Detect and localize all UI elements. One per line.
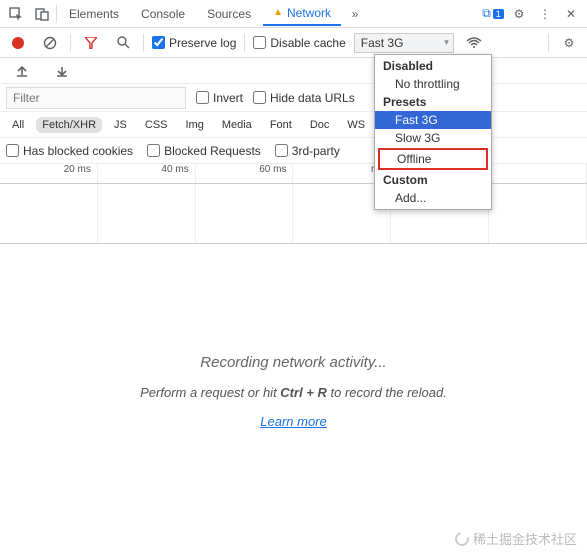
issues-icon[interactable]: ⧉1: [481, 2, 505, 26]
disable-cache-checkbox[interactable]: Disable cache: [253, 36, 345, 50]
has-blocked-cookies-label: Has blocked cookies: [23, 144, 133, 158]
resource-type-row: All Fetch/XHR JS CSS Img Media Font Doc …: [0, 112, 587, 138]
dd-fast-3g[interactable]: Fast 3G: [375, 111, 491, 129]
separator: [70, 34, 71, 52]
type-fetch-xhr[interactable]: Fetch/XHR: [36, 117, 102, 133]
throttling-select[interactable]: Fast 3G: [354, 33, 454, 53]
tab-network-label: Network: [287, 6, 331, 20]
dd-offline[interactable]: Offline: [378, 148, 488, 170]
time-tick: 40 ms: [98, 164, 196, 183]
dd-add[interactable]: Add...: [375, 189, 491, 207]
kebab-menu-icon[interactable]: ⋮: [533, 2, 557, 26]
type-media[interactable]: Media: [216, 117, 258, 133]
tab-sources[interactable]: Sources: [197, 3, 261, 25]
type-font[interactable]: Font: [264, 117, 298, 133]
tab-elements[interactable]: Elements: [59, 3, 129, 25]
empty-state: Recording network activity... Perform a …: [0, 244, 587, 429]
filter-row: Invert Hide data URLs: [0, 84, 587, 112]
type-ws[interactable]: WS: [341, 117, 371, 133]
download-icon[interactable]: [50, 59, 74, 83]
settings-icon[interactable]: ⚙: [507, 2, 531, 26]
has-blocked-cookies-checkbox[interactable]: Has blocked cookies: [6, 144, 133, 158]
dd-header-presets: Presets: [375, 93, 491, 111]
third-party-label: 3rd-party: [292, 144, 340, 158]
dd-slow-3g[interactable]: Slow 3G: [375, 129, 491, 147]
type-img[interactable]: Img: [180, 117, 210, 133]
close-icon[interactable]: ✕: [559, 2, 583, 26]
invert-checkbox[interactable]: Invert: [196, 91, 243, 105]
preserve-log-label: Preserve log: [169, 36, 236, 50]
time-tick: [489, 164, 587, 183]
type-js[interactable]: JS: [108, 117, 133, 133]
tab-console[interactable]: Console: [131, 3, 195, 25]
tab-network[interactable]: ▲ Network: [263, 2, 341, 26]
separator: [56, 5, 57, 23]
watermark-text: 稀土掘金技术社区: [473, 529, 577, 548]
warning-icon: ▲: [273, 7, 283, 18]
dd-header-disabled: Disabled: [375, 57, 491, 75]
filter-icon[interactable]: [79, 31, 103, 55]
empty-subtitle: Perform a request or hit Ctrl + R to rec…: [0, 385, 587, 400]
dd-header-custom: Custom: [375, 171, 491, 189]
dd-no-throttling[interactable]: No throttling: [375, 75, 491, 93]
throttling-dropdown: Disabled No throttling Presets Fast 3G S…: [374, 54, 492, 210]
blocked-requests-label: Blocked Requests: [164, 144, 261, 158]
search-icon[interactable]: [111, 31, 135, 55]
time-tick: 20 ms: [0, 164, 98, 183]
separator: [143, 34, 144, 52]
hide-data-urls-checkbox[interactable]: Hide data URLs: [253, 91, 355, 105]
type-all[interactable]: All: [6, 117, 30, 133]
preserve-log-checkbox[interactable]: Preserve log: [152, 36, 236, 50]
hide-data-urls-label: Hide data URLs: [270, 91, 355, 105]
time-tick: 60 ms: [196, 164, 294, 183]
type-css[interactable]: CSS: [139, 117, 174, 133]
timeline-body[interactable]: [0, 184, 587, 244]
request-options-row: Has blocked cookies Blocked Requests 3rd…: [0, 138, 587, 164]
record-button[interactable]: [6, 31, 30, 55]
invert-label: Invert: [213, 91, 243, 105]
har-row: [0, 58, 587, 84]
upload-icon[interactable]: [10, 59, 34, 83]
wifi-icon[interactable]: [462, 31, 486, 55]
separator: [548, 34, 549, 52]
throttling-selected-label: Fast 3G: [361, 36, 404, 50]
network-controls-row: Preserve log Disable cache Fast 3G ⚙: [0, 28, 587, 58]
more-tabs-icon[interactable]: »: [343, 2, 367, 26]
device-toggle-icon[interactable]: [30, 2, 54, 26]
filter-input[interactable]: [6, 87, 186, 109]
clear-icon[interactable]: [38, 31, 62, 55]
watermark: 稀土掘金技术社区: [455, 529, 577, 548]
inspect-icon[interactable]: [4, 2, 28, 26]
blocked-requests-checkbox[interactable]: Blocked Requests: [147, 144, 261, 158]
watermark-icon: [452, 529, 471, 548]
third-party-checkbox[interactable]: 3rd-party: [275, 144, 340, 158]
learn-more-link[interactable]: Learn more: [260, 414, 326, 429]
network-settings-icon[interactable]: ⚙: [557, 31, 581, 55]
empty-title: Recording network activity...: [0, 354, 587, 371]
issues-badge: 1: [493, 9, 504, 19]
disable-cache-label: Disable cache: [270, 36, 345, 50]
devtools-tabbar: Elements Console Sources ▲ Network » ⧉1 ⚙…: [0, 0, 587, 28]
timeline-header: 20 ms 40 ms 60 ms ms 100 ms: [0, 164, 587, 184]
type-doc[interactable]: Doc: [304, 117, 336, 133]
separator: [244, 34, 245, 52]
